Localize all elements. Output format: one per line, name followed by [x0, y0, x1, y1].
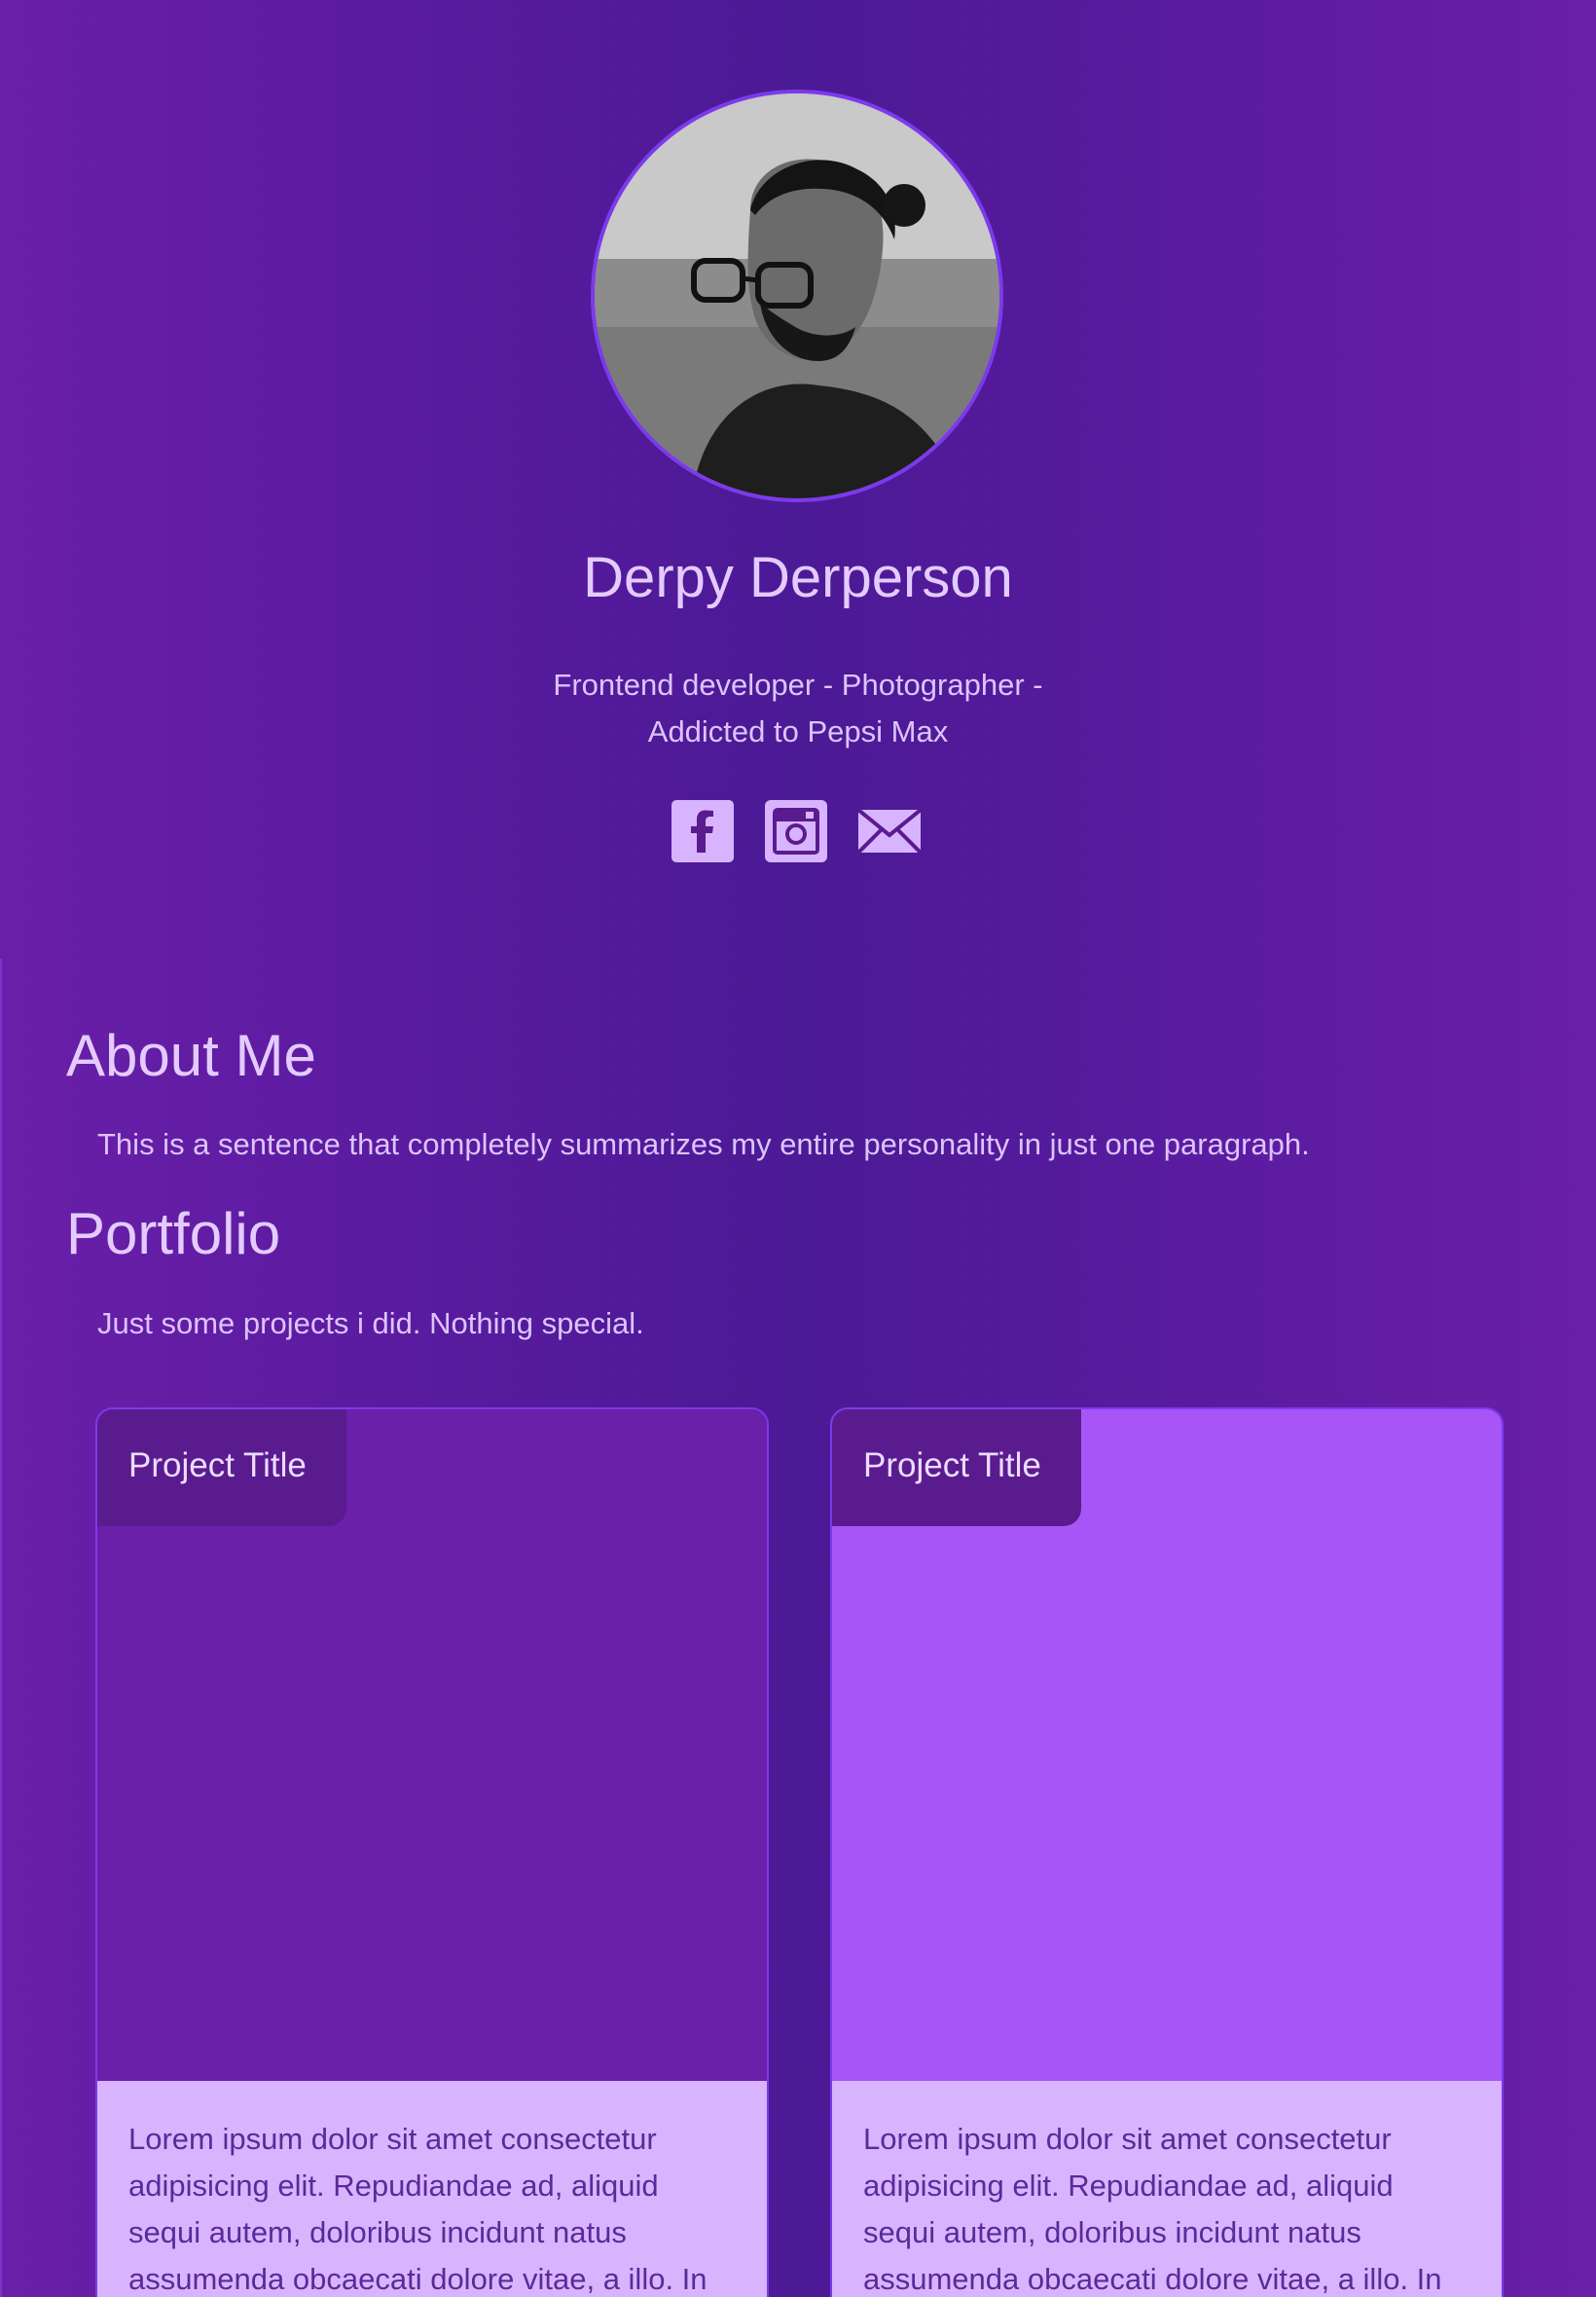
main-content: About Me This is a sentence that complet…: [0, 959, 1596, 2297]
avatar: [591, 90, 1003, 502]
facebook-icon: [671, 800, 734, 862]
mail-icon: [858, 808, 921, 855]
about-text: This is a sentence that completely summa…: [97, 1127, 1310, 1161]
project-description: Lorem ipsum dolor sit amet consectetur a…: [97, 2081, 767, 2297]
email-link[interactable]: [858, 800, 921, 862]
portfolio-title: Portfolio: [66, 1201, 281, 1266]
profile-name: Derpy Derperson: [583, 546, 1013, 609]
portrait-image: [595, 93, 999, 498]
profile-tagline: Frontend developer - Photographer - Addi…: [553, 668, 1043, 748]
facebook-link[interactable]: [671, 800, 734, 862]
project-title: Project Title: [832, 1409, 1081, 1526]
instagram-icon: [765, 800, 827, 862]
instagram-link[interactable]: [765, 800, 827, 862]
portfolio-text: Just some projects i did. Nothing specia…: [97, 1306, 644, 1340]
project-card[interactable]: Project Title Lorem ipsum dolor sit amet…: [830, 1407, 1504, 2297]
project-card[interactable]: Project Title Lorem ipsum dolor sit amet…: [95, 1407, 769, 2297]
project-description: Lorem ipsum dolor sit amet consectetur a…: [832, 2081, 1502, 2297]
project-title: Project Title: [97, 1409, 346, 1526]
social-links: [671, 800, 921, 862]
about-title: About Me: [66, 1023, 316, 1088]
hero-section: Derpy Derperson Frontend developer - Pho…: [0, 0, 1596, 959]
